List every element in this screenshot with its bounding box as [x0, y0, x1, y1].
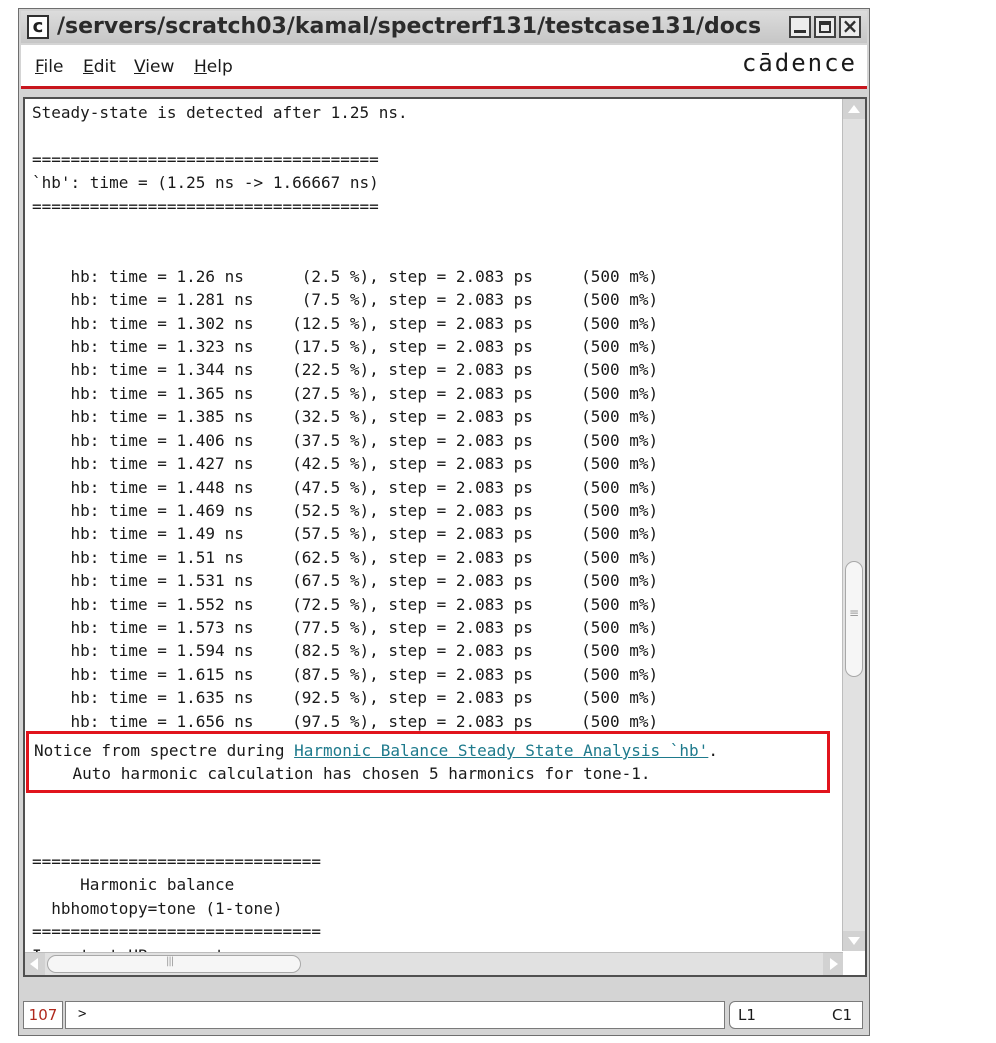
horizontal-scroll-thumb[interactable] — [47, 955, 301, 973]
line-indicator: L1 — [738, 1006, 756, 1024]
title-bar[interactable]: c /servers/scratch03/kamal/spectrerf131/… — [21, 11, 867, 43]
notice-line-2: Auto harmonic calculation has chosen 5 h… — [34, 764, 651, 783]
main-window: c /servers/scratch03/kamal/spectrerf131/… — [18, 8, 870, 1036]
highlighted-notice: Notice from spectre during Harmonic Bala… — [26, 731, 830, 793]
notice-prefix: Notice from spectre during — [34, 741, 295, 760]
vertical-scroll-thumb[interactable] — [845, 561, 863, 677]
scroll-down-arrow-icon[interactable] — [843, 931, 865, 951]
notice-analysis-link[interactable]: Harmonic Balance Steady State Analysis `… — [294, 741, 708, 760]
log-output: Steady-state is detected after 1.25 ns. … — [32, 103, 659, 975]
menu-view[interactable]: View — [134, 57, 174, 77]
column-indicator: C1 — [831, 1006, 852, 1024]
scroll-up-arrow-icon[interactable] — [843, 99, 865, 119]
close-button[interactable]: × — [839, 14, 861, 38]
vertical-scrollbar[interactable] — [842, 99, 865, 951]
line-count-badge: 107 — [23, 1001, 63, 1029]
menu-file[interactable]: File — [35, 57, 63, 77]
maximize-button[interactable] — [814, 16, 836, 38]
cadence-app-icon[interactable]: c — [27, 15, 49, 39]
cadence-logo: cādence — [741, 49, 857, 77]
menu-bar: File Edit View Help cādence — [21, 45, 867, 89]
close-icon: × — [841, 14, 859, 38]
menu-edit[interactable]: Edit — [83, 57, 116, 77]
notice-suffix: . — [708, 741, 718, 760]
prompt-symbol: > — [78, 1006, 87, 1022]
window-title: /servers/scratch03/kamal/spectrerf131/te… — [57, 14, 762, 39]
horizontal-scrollbar[interactable] — [25, 952, 843, 975]
scroll-right-arrow-icon[interactable] — [823, 953, 843, 975]
notice-line-1: Notice from spectre during Harmonic Bala… — [34, 741, 718, 760]
cursor-position: L1 C1 — [729, 1001, 863, 1029]
menu-help[interactable]: Help — [194, 57, 233, 77]
command-input[interactable]: > — [65, 1001, 725, 1029]
scroll-left-arrow-icon[interactable] — [25, 953, 45, 975]
minimize-button[interactable] — [789, 16, 811, 38]
status-bar: 107 > L1 C1 — [23, 999, 867, 1031]
log-text-area[interactable]: Steady-state is detected after 1.25 ns. … — [23, 97, 867, 977]
